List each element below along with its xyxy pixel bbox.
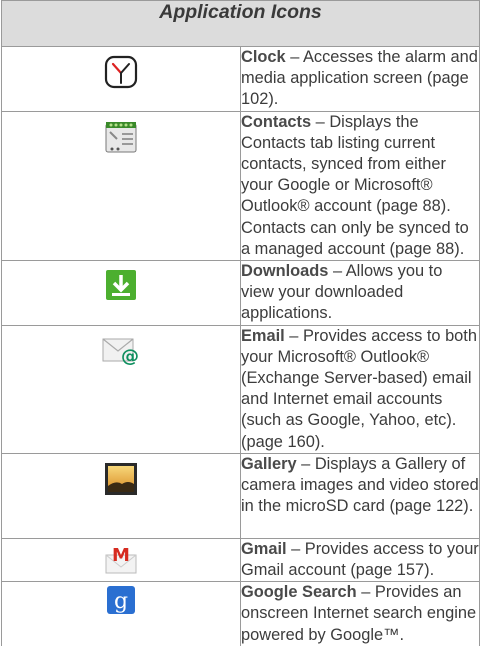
icon-cell (1, 260, 241, 326)
app-name: Clock (241, 48, 286, 66)
icon-cell (1, 46, 241, 112)
table-title: Application Icons (1, 0, 480, 47)
gmail-icon: M (103, 545, 139, 575)
icon-cell: M (1, 537, 241, 583)
downloads-icon (105, 269, 137, 301)
table-row: g Google Search – Provides an onscreen I… (1, 581, 480, 646)
app-name: Google Search (241, 583, 357, 602)
row-text: Clock – Accesses the alarm and media app… (240, 46, 480, 112)
application-icons-table: Application Icons Clock – Accesses the a… (1, 0, 480, 646)
row-text: Google Search – Provides an onscreen Int… (240, 581, 480, 646)
row-text: Gmail – Provides access to your Gmail ac… (240, 537, 480, 583)
clock-icon (104, 55, 138, 89)
icon-cell (1, 110, 241, 262)
svg-text:@: @ (121, 346, 139, 366)
table-row: Downloads – Allows you to view your down… (1, 260, 480, 326)
app-name: Downloads (241, 262, 329, 281)
table-row: M Gmail – Provides access to your Gmail … (1, 537, 480, 583)
table-row: Clock – Accesses the alarm and media app… (1, 46, 480, 112)
email-icon: @ (101, 334, 141, 366)
table-row: @ Email – Provides access to both your M… (1, 324, 480, 454)
app-name: Email (241, 326, 285, 345)
icon-cell: @ (1, 324, 241, 454)
table-header-row: Application Icons (1, 0, 480, 47)
google-search-icon: g (106, 585, 136, 615)
row-text: Email – Provides access to both your Mic… (240, 324, 480, 454)
app-name: Gmail (241, 539, 287, 558)
table-row: Gallery – Displays a Gallery of camera i… (1, 452, 480, 539)
app-name: Contacts (241, 112, 312, 131)
gallery-icon (104, 462, 138, 496)
icon-cell: g (1, 581, 241, 646)
app-name: Gallery (241, 454, 297, 473)
svg-text:g: g (114, 589, 128, 614)
icon-cell (1, 452, 241, 539)
row-text: Gallery – Displays a Gallery of camera i… (240, 452, 480, 539)
row-text: Contacts – Displays the Contacts tab lis… (240, 110, 480, 262)
table-row: Contacts – Displays the Contacts tab lis… (1, 110, 480, 262)
app-description: – Provides access to both your Microsoft… (241, 326, 477, 451)
svg-text:M: M (112, 545, 130, 566)
contacts-icon (103, 120, 139, 156)
app-description: – Displays the Contacts tab listing curr… (241, 112, 469, 258)
row-text: Downloads – Allows you to view your down… (240, 260, 480, 326)
